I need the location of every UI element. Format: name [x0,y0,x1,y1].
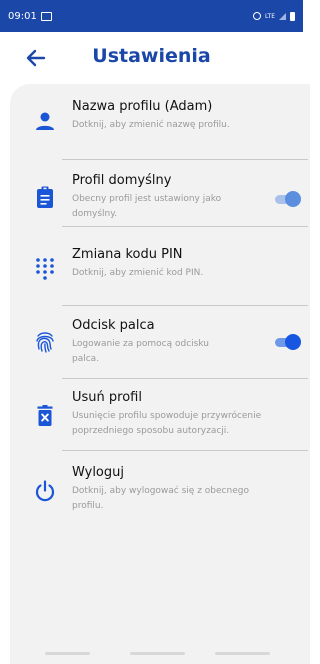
settings-item-fingerprint[interactable]: Odcisk palca Logowanie za pomocą odcisku… [20,318,309,373]
network-type: LTE [265,12,275,20]
settings-card: Nazwa profilu (Adam) Dotknij, aby zmieni… [10,84,310,664]
status-icons: LTE [253,11,295,21]
clipboard-icon [37,186,53,208]
divider [62,159,308,160]
item-title: Odcisk palca [72,318,155,333]
item-description: Dotknij, aby zmienić kod PIN. [72,268,204,278]
settings-item-change-pin[interactable]: Zmiana kodu PIN Dotknij, aby zmienić kod… [20,247,309,302]
divider [62,305,308,306]
item-title: Nazwa profilu (Adam) [72,99,213,114]
status-bar: 09:01 LTE [0,0,303,32]
divider [62,450,308,451]
settings-item-default-profile[interactable]: Profil domyślny Obecny profil jest ustaw… [20,173,309,228]
settings-item-profile-name[interactable]: Nazwa profilu (Adam) Dotknij, aby zmieni… [20,99,309,159]
status-time: 09:01 [8,10,37,22]
image-notification-icon [40,11,52,21]
power-icon [35,480,55,502]
item-description: Logowanie za pomocą odcisku palca. [72,339,209,364]
settings-item-logout[interactable]: Wyloguj Dotknij, aby wylogować się z obe… [20,465,309,520]
default-profile-toggle[interactable] [275,190,301,208]
battery-icon [290,11,295,21]
trash-icon [37,405,53,426]
fingerprint-toggle[interactable] [275,333,301,351]
person-icon [36,112,54,130]
item-description: Dotknij, aby wylogować się z obecnego pr… [72,486,249,511]
divider [62,378,308,379]
item-description: Usunięcie profilu spowoduje przywrócenie… [72,411,262,436]
page-title: Ustawienia [92,45,211,67]
item-title: Zmiana kodu PIN [72,247,183,262]
item-title: Usuń profil [72,390,142,405]
toggle-knob [285,334,301,350]
item-title: Wyloguj [72,465,124,480]
divider [62,226,308,227]
item-description: Obecny profil jest ustawiony jako domyśl… [72,194,222,219]
item-description: Dotknij, aby zmienić nazwę profilu. [72,120,230,130]
signal-icon [279,12,286,20]
toggle-knob [285,191,301,207]
app-header: Ustawienia [0,32,303,84]
settings-item-delete-profile[interactable]: Usuń profil Usunięcie profilu spowoduje … [20,390,309,445]
dialpad-icon [36,258,54,280]
fingerprint-icon [36,332,54,353]
item-title: Profil domyślny [72,173,172,188]
alarm-icon [253,12,262,20]
